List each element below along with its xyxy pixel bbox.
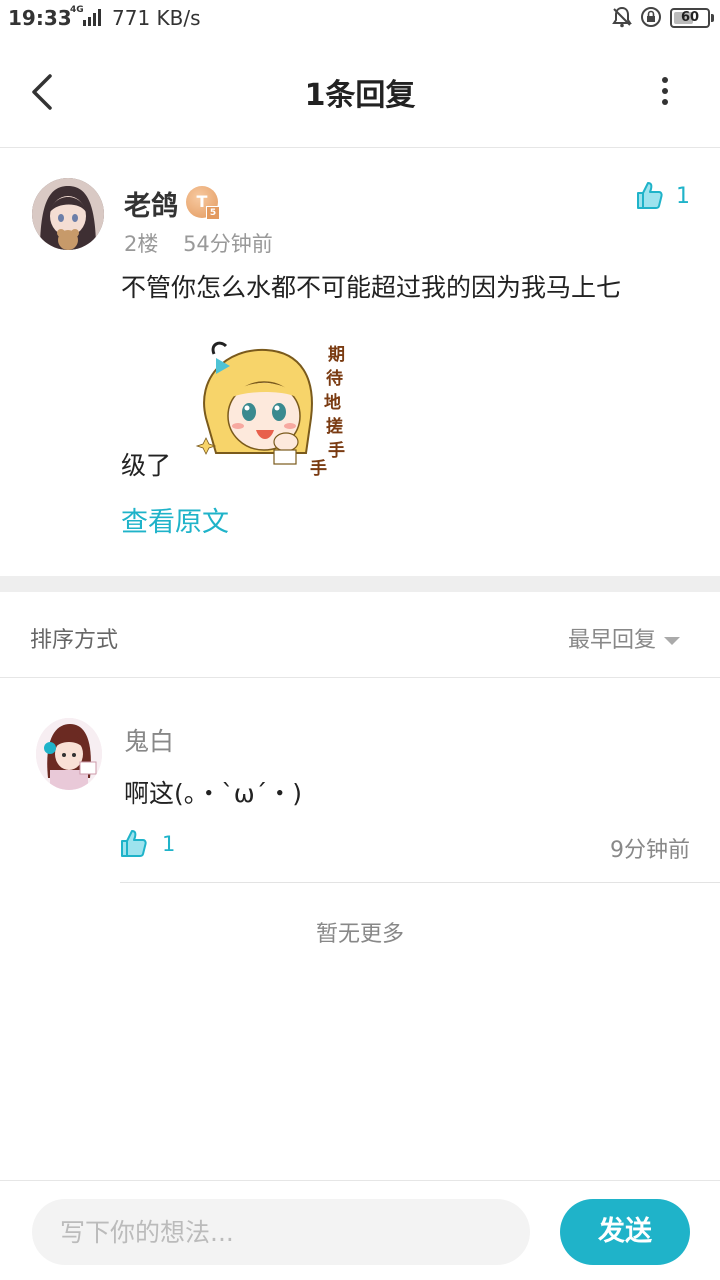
comment-input[interactable] xyxy=(32,1199,530,1265)
network-speed: 771 KB/s xyxy=(112,6,201,30)
app-header: 1条回复 xyxy=(0,36,720,148)
mute-bell-icon xyxy=(612,6,632,28)
svg-text:手: 手 xyxy=(310,458,327,478)
sticker-image: 期 待 地 搓 手 手 xyxy=(195,341,345,478)
section-divider xyxy=(0,576,720,592)
reply-item: 鬼白 啊这(。・`ω´・) 1 9分钟前 xyxy=(0,678,720,884)
svg-text:期: 期 xyxy=(328,345,345,365)
level-badge: T 5 xyxy=(186,186,220,220)
thumbs-up-icon xyxy=(637,182,663,209)
reply-author-name[interactable]: 鬼白 xyxy=(124,722,174,758)
svg-text:手: 手 xyxy=(328,440,345,461)
post-text-continued: 级了 xyxy=(121,451,172,480)
like-button[interactable]: 1 xyxy=(636,180,696,216)
send-button[interactable]: 发送 xyxy=(560,1199,690,1265)
reply-time: 9分钟前 xyxy=(610,838,690,863)
status-time: 19:33 xyxy=(8,6,72,30)
avatar[interactable] xyxy=(36,718,102,790)
post-text: 不管你怎么水都不可能超过我的因为我马上七 xyxy=(121,273,622,302)
more-options-icon[interactable] xyxy=(650,72,680,112)
main-comment: 老鸽 T 5 1 2楼 54分钟前 不管你怎么水都不可能超过我的因为我马上七 期… xyxy=(0,148,720,576)
battery-indicator: 60 xyxy=(670,8,714,28)
post-time: 54分钟前 xyxy=(183,232,273,256)
sort-dropdown[interactable]: 最早回复 xyxy=(568,622,681,654)
reply-like-button[interactable]: 1 xyxy=(120,828,200,864)
no-more-label: 暂无更多 xyxy=(315,922,404,947)
sort-bar: 排序方式 最早回复 xyxy=(0,592,720,678)
page-title: 1条回复 xyxy=(304,78,416,113)
reply-like-count: 1 xyxy=(162,832,176,856)
caret-down-icon xyxy=(664,637,681,645)
floor-number: 2楼 xyxy=(124,232,159,256)
view-original-link[interactable]: 查看原文 xyxy=(121,500,229,539)
author-name[interactable]: 老鸽 xyxy=(124,184,178,223)
battery-level: 60 xyxy=(680,10,700,25)
svg-text:搓: 搓 xyxy=(326,416,343,437)
thumbs-up-icon xyxy=(121,830,147,857)
avatar[interactable] xyxy=(32,178,104,250)
svg-text:地: 地 xyxy=(324,392,341,413)
level-badge-number: 5 xyxy=(206,206,220,220)
svg-text:待: 待 xyxy=(326,368,343,389)
rotation-lock-icon xyxy=(641,7,661,27)
sort-selected-value: 最早回复 xyxy=(568,628,657,653)
reply-divider xyxy=(120,882,720,883)
status-bar: 19:33 4G 771 KB/s 60 xyxy=(0,0,720,36)
reply-text: 啊这(。・`ω´・) xyxy=(124,779,302,808)
signal-icon xyxy=(83,9,101,26)
post-meta: 2楼 54分钟前 xyxy=(124,228,273,258)
comment-composer: 发送 xyxy=(0,1180,720,1280)
like-count: 1 xyxy=(676,184,690,209)
sort-label: 排序方式 xyxy=(30,628,119,653)
